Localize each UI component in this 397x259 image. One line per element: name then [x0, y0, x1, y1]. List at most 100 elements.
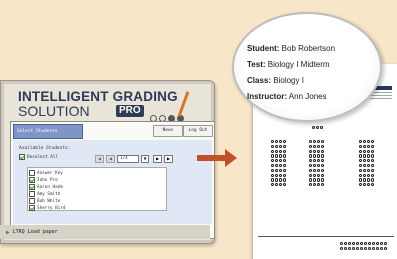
bubble-icon — [274, 149, 279, 153]
bubble-row — [271, 163, 287, 168]
bubble-icon — [370, 140, 375, 144]
bubble-icon — [375, 242, 380, 246]
bubble-row — [271, 154, 287, 158]
tab-select-students[interactable]: Select Students — [13, 124, 83, 139]
bubble-icon — [282, 168, 287, 172]
flow-arrow-icon — [225, 149, 237, 167]
bubble-icon — [347, 242, 352, 246]
banner-title-line2: SOLUTION — [18, 103, 90, 119]
bubble-icon — [316, 154, 321, 158]
news-button[interactable]: News — [153, 125, 183, 137]
bubble-row — [340, 246, 388, 251]
bubble-icon — [366, 168, 371, 172]
pro-badge: PRO — [116, 105, 144, 117]
bubble-icon — [320, 144, 325, 148]
bubble-icon — [320, 168, 325, 172]
bubble-row — [271, 168, 287, 173]
chevron-down-icon[interactable]: ▼ — [141, 155, 149, 163]
stage: INTELLIGENT GRADING SOLUTION PRO Select … — [0, 0, 397, 259]
bubble-icon — [278, 168, 283, 172]
select-all-row[interactable]: Deselect All — [19, 153, 58, 161]
bubble-row — [309, 149, 325, 154]
bubble-icon — [359, 159, 363, 163]
bubble-row — [359, 144, 375, 149]
bubble-icon — [362, 149, 367, 153]
student-label: Student: — [247, 44, 280, 53]
bubble-icon — [359, 173, 363, 177]
bubble-icon — [370, 154, 375, 158]
bubble-icon — [278, 183, 283, 187]
bubble-icon — [316, 168, 321, 172]
class-label: Class: — [247, 76, 272, 85]
student-label: Aaron Hank — [37, 184, 63, 190]
last-page-button[interactable]: ▶ — [164, 155, 173, 163]
bubble-row — [309, 154, 325, 158]
log-out-button[interactable]: Log Out — [183, 125, 213, 137]
bubble-row — [359, 173, 375, 178]
bubble-icon — [309, 183, 313, 187]
student-label: Sherry Bird — [37, 205, 66, 211]
bubble-icon — [274, 173, 279, 177]
bubble-icon — [312, 178, 317, 182]
bubble-icon — [362, 163, 367, 168]
bubble-icon — [274, 163, 279, 168]
bubble-row — [309, 173, 325, 178]
bubble-icon — [359, 154, 363, 158]
flow-arrow-shaft — [197, 155, 227, 161]
bubble-row — [271, 140, 287, 144]
sheet-rule — [258, 236, 394, 237]
prev-page-button[interactable]: ◀ — [106, 155, 115, 163]
bubble-icon — [362, 183, 367, 187]
bubble-icon — [359, 149, 363, 153]
bubble-icon — [312, 140, 317, 144]
bubble-icon — [271, 168, 275, 172]
bubble-icon — [359, 246, 364, 250]
bubble-column — [271, 140, 287, 188]
bubble-icon — [282, 144, 287, 148]
bubble-icon — [362, 173, 367, 177]
bubble-icon — [366, 178, 371, 182]
bubble-icon — [309, 144, 313, 148]
bubble-icon — [316, 140, 321, 144]
bubble-icon — [347, 246, 352, 250]
next-page-button[interactable]: ▶ — [153, 155, 162, 163]
bubble-icon — [366, 163, 371, 168]
bubble-icon — [309, 173, 313, 177]
bubble-row — [359, 178, 375, 182]
bubble-icon — [271, 173, 275, 177]
magnifier-lens: Student: Bob Robertson Test: Biology I M… — [232, 12, 382, 122]
student-row[interactable]: Sherry Bird — [29, 204, 65, 212]
bubble-icon — [274, 168, 279, 172]
select-all-checkbox[interactable] — [19, 154, 25, 160]
bubble-icon — [362, 178, 367, 182]
bubble-icon — [379, 242, 384, 246]
product-banner: INTELLIGENT GRADING SOLUTION PRO — [10, 87, 210, 122]
bubble-icon — [278, 154, 283, 158]
students-heading: Available Students: — [19, 146, 71, 151]
bubble-icon — [370, 159, 375, 163]
student-line: Student: Bob Robertson — [247, 44, 335, 53]
page-select[interactable]: 1/4 — [117, 155, 139, 163]
bubble-icon — [359, 242, 364, 246]
bubble-icon — [282, 159, 287, 163]
bubble-icon — [278, 178, 283, 182]
bubble-icon — [370, 168, 375, 172]
student-label: John Pro — [37, 177, 58, 183]
bubble-icon — [359, 140, 363, 144]
bubble-icon — [282, 154, 287, 158]
bubble-icon — [309, 168, 313, 172]
test-label: Test: — [247, 60, 266, 69]
bubble-icon — [312, 163, 317, 168]
bubble-icon — [363, 246, 368, 250]
bubble-icon — [274, 154, 279, 158]
student-checkbox[interactable] — [29, 205, 35, 211]
bubble-icon — [274, 183, 279, 187]
bubble-icon — [362, 168, 367, 172]
bubble-icon — [366, 140, 371, 144]
bubble-icon — [320, 154, 325, 158]
bubble-row — [271, 159, 287, 163]
first-page-button[interactable]: ◀ — [95, 155, 104, 163]
select-all-label: Deselect All — [27, 154, 59, 160]
bubble-icon — [355, 242, 360, 246]
bubble-icon — [309, 140, 313, 144]
